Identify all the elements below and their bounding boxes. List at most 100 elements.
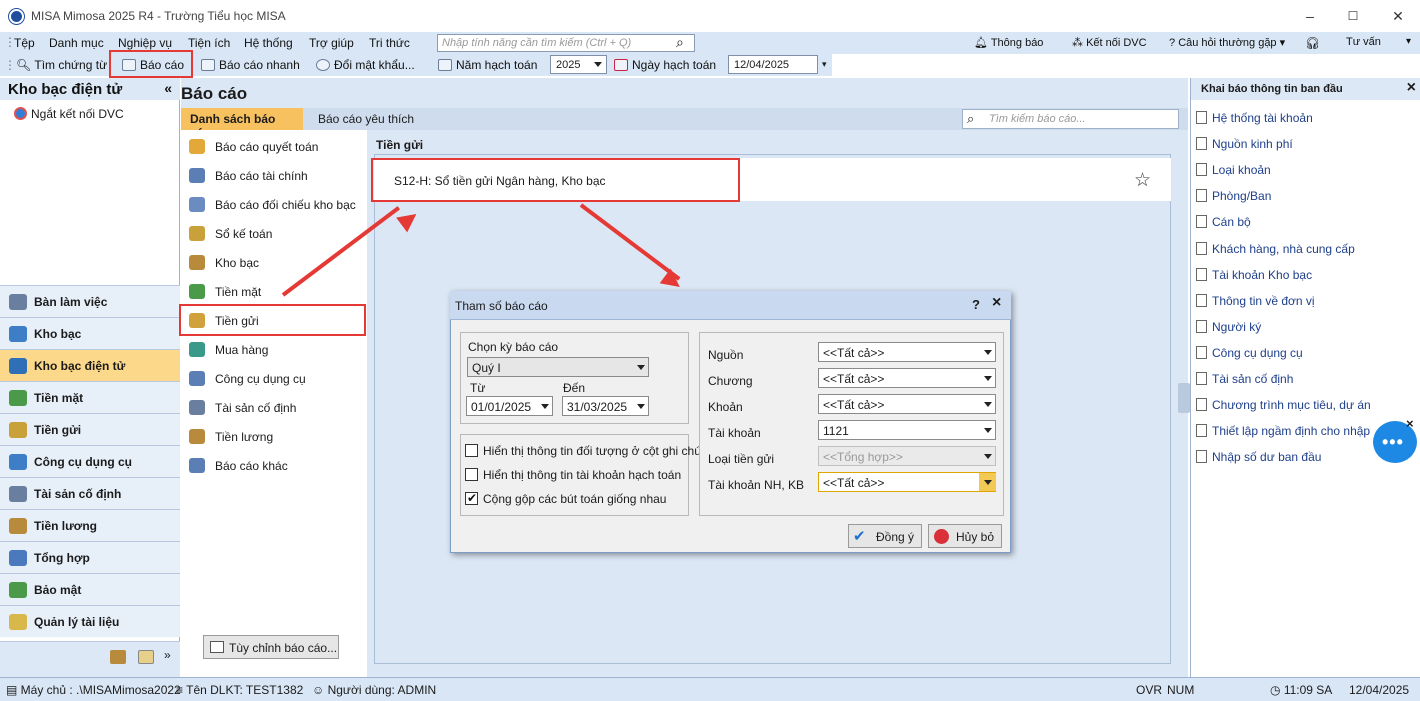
setup-link[interactable]: Tài sản cố định	[1196, 372, 1293, 386]
tab-favorite-reports[interactable]: Báo cáo yêu thích	[318, 112, 414, 126]
menu-utilities[interactable]: Tiện ích	[188, 36, 230, 50]
setup-link[interactable]: Chương trình mục tiêu, dự án	[1196, 398, 1371, 412]
report-category[interactable]: Tiền lương	[187, 423, 363, 451]
filter-select[interactable]: <<Tất cả>>	[818, 472, 996, 492]
report-category[interactable]: Báo cáo đối chiếu kho bạc	[187, 191, 363, 219]
splitter-handle[interactable]	[1178, 383, 1190, 413]
report-category[interactable]: Báo cáo khác	[187, 452, 363, 480]
checkbox[interactable]: ✔	[465, 491, 478, 505]
headset-icon[interactable]: 🎧︎	[1305, 36, 1320, 50]
close-icon[interactable]: ✕	[1389, 7, 1407, 25]
checkbox[interactable]	[465, 444, 478, 457]
nav-item[interactable]: Công cụ dụng cụ	[0, 445, 180, 477]
setup-link[interactable]: Khách hàng, nhà cung cấp	[1196, 241, 1355, 256]
briefcase-icon[interactable]	[110, 650, 126, 664]
menu-help[interactable]: Trợ giúp	[309, 36, 354, 50]
report-category[interactable]: Báo cáo quyết toán	[187, 133, 363, 161]
tab-report-list[interactable]: Danh sách báo cáo	[181, 108, 303, 140]
close-icon[interactable]: ×	[992, 294, 1001, 312]
checkbox[interactable]	[465, 468, 478, 481]
notification-button[interactable]: 🔔︎ Thông báo	[974, 36, 1043, 49]
nav-item[interactable]: Tiền mặt	[0, 381, 180, 413]
nav-item[interactable]: Kho bạc điện tử	[0, 349, 180, 381]
period-select[interactable]: Quý I	[467, 357, 649, 377]
setup-link[interactable]: Nguồn kinh phí	[1196, 137, 1293, 151]
star-icon[interactable]: ☆	[1134, 169, 1151, 192]
nav-item[interactable]: Bảo mật	[0, 573, 180, 605]
to-date-input[interactable]: 31/03/2025	[562, 396, 649, 416]
nav-item[interactable]: Bàn làm việc	[0, 285, 180, 317]
document-icon	[1196, 450, 1207, 464]
menu-system[interactable]: Hệ thống	[244, 36, 293, 50]
setup-link[interactable]: Thông tin về đơn vị	[1196, 293, 1315, 308]
filter-select[interactable]: 1121	[818, 420, 996, 440]
fiscal-year-select[interactable]: 2025	[550, 55, 607, 74]
setup-link[interactable]: Cán bộ	[1196, 215, 1251, 229]
posting-date-select[interactable]: 12/04/2025	[728, 55, 818, 74]
chevron-down-icon[interactable]: »	[164, 648, 171, 662]
feature-search-input[interactable]: Nhập tính năng cần tìm kiếm (Ctrl + Q) ⌕	[437, 34, 695, 52]
close-icon[interactable]: ×	[1406, 416, 1414, 431]
ok-button[interactable]: ✔ Đồng ý	[848, 524, 922, 548]
maximize-icon[interactable]: ☐	[1344, 7, 1362, 25]
search-icon[interactable]: ⌕	[676, 34, 684, 51]
advisor-button[interactable]: Tư vấn	[1346, 36, 1381, 48]
setup-link[interactable]: Loại khoản	[1196, 163, 1271, 177]
setup-link[interactable]: Hệ thống tài khoản	[1196, 111, 1313, 125]
chevron-down-icon[interactable]: ▾	[822, 59, 827, 70]
category-icon	[189, 284, 205, 299]
change-password-button[interactable]: Đổi mật khẩu...	[316, 58, 415, 72]
menu-catalog[interactable]: Danh mục	[49, 36, 104, 50]
collapse-icon[interactable]: «	[164, 80, 172, 96]
setup-link[interactable]: Công cụ dụng cụ	[1196, 345, 1303, 360]
chevron-down-icon	[984, 376, 992, 381]
window-title: MISA Mimosa 2025 R4 - Trường Tiểu học MI…	[31, 9, 286, 23]
find-voucher-button[interactable]: 🔍︎ Tìm chứng từ	[16, 58, 107, 72]
document-icon	[1196, 293, 1207, 307]
clock-icon: ◷	[1270, 683, 1284, 697]
setup-link[interactable]: Nhập số dư ban đầu	[1196, 450, 1321, 464]
setup-link[interactable]: Tài khoản Kho bạc	[1196, 267, 1312, 282]
filter-select[interactable]: <<Tất cả>>	[818, 342, 996, 362]
report-category[interactable]: Tài sản cố định	[187, 394, 363, 422]
connect-dvc-button[interactable]: ⁂ Kết nối DVC	[1072, 36, 1147, 49]
settings-icon	[210, 641, 224, 653]
nav-item[interactable]: Tiền gửi	[0, 413, 180, 445]
faq-button[interactable]: ? Câu hỏi thường gặp ▾	[1169, 36, 1285, 49]
chat-widget[interactable]: ••• ×	[1370, 416, 1420, 467]
filter-label: Khoản	[708, 400, 743, 414]
nav-item[interactable]: Quản lý tài liệu	[0, 605, 180, 637]
cancel-button[interactable]: Hủy bỏ	[928, 524, 1002, 548]
nav-item[interactable]: Tiền lương	[0, 509, 180, 541]
user-status: ☺ Người dùng: ADMIN	[312, 683, 437, 697]
setup-link[interactable]: Thiết lập ngầm định cho nhập liệu	[1196, 424, 1392, 438]
minimize-icon[interactable]: –	[1301, 7, 1319, 25]
nav-item[interactable]: Tổng hợp	[0, 541, 180, 573]
setup-link[interactable]: Phòng/Ban	[1196, 189, 1271, 203]
fiscal-year-label: Năm hạch toán	[438, 58, 537, 72]
setup-link[interactable]: Người ký	[1196, 319, 1261, 334]
filter-select[interactable]: <<Tất cả>>	[818, 368, 996, 388]
menu-knowledge[interactable]: Tri thức	[369, 36, 410, 50]
menu-operations[interactable]: Nghiệp vụ	[118, 36, 172, 50]
filter-select: <<Tổng hợp>>	[818, 446, 996, 466]
report-category[interactable]: Tiền mặt	[187, 278, 363, 306]
from-date-input[interactable]: 01/01/2025	[466, 396, 553, 416]
question-icon: ?	[1169, 37, 1179, 49]
nav-item[interactable]: Kho bạc	[0, 317, 180, 349]
notepad-icon[interactable]	[138, 650, 154, 664]
filter-select[interactable]: <<Tất cả>>	[818, 394, 996, 414]
report-category[interactable]: Sổ kế toán	[187, 220, 363, 248]
report-search-input[interactable]: ⌕ Tìm kiếm báo cáo...	[962, 109, 1179, 129]
quick-report-button[interactable]: Báo cáo nhanh	[201, 58, 300, 72]
disconnect-dvc-item[interactable]: Ngắt kết nối DVC	[14, 107, 124, 121]
report-category[interactable]: Mua hàng	[187, 336, 363, 364]
help-icon[interactable]: ?	[972, 297, 980, 312]
close-icon[interactable]: ×	[1407, 79, 1416, 97]
report-category[interactable]: Công cụ dụng cụ	[187, 365, 363, 393]
nav-item[interactable]: Tài sản cố định	[0, 477, 180, 509]
menu-file[interactable]: Tệp	[14, 36, 35, 50]
customize-report-button[interactable]: Tùy chỉnh báo cáo...	[203, 635, 339, 659]
expand-icon[interactable]: ▾	[1406, 36, 1411, 47]
report-category[interactable]: Báo cáo tài chính	[187, 162, 363, 190]
